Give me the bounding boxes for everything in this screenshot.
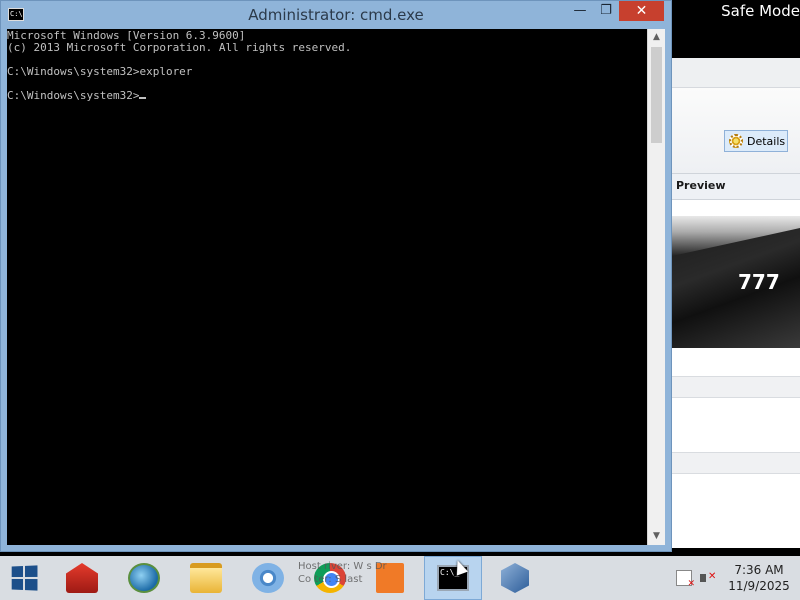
taskbar-virtualbox[interactable] xyxy=(486,556,544,600)
chromium-icon xyxy=(252,563,284,593)
speaker-muted-icon[interactable] xyxy=(700,570,716,586)
globe-icon xyxy=(128,563,160,593)
console-prompt: C:\Windows\system32> xyxy=(7,89,140,102)
virtualbox-icon xyxy=(501,563,529,593)
taskbar-app-red[interactable] xyxy=(58,556,106,600)
scroll-down-arrow-icon[interactable]: ▼ xyxy=(648,528,665,545)
preview-image: 777 xyxy=(672,216,800,348)
restore-button[interactable]: ❐ xyxy=(593,1,619,21)
details-button[interactable]: Details xyxy=(724,130,788,152)
background-window: Details Preview 777 xyxy=(672,58,800,548)
console-line: C:\Windows\system32>explorer xyxy=(7,65,193,78)
cmd-window: C:\ Administrator: cmd.exe — ❐ ✕ Microso… xyxy=(0,0,672,552)
text-cursor xyxy=(139,97,147,99)
gear-icon xyxy=(729,134,743,148)
taskbar-file-explorer[interactable] xyxy=(182,556,230,600)
system-tray: 7:36 AM 11/9/2025 xyxy=(676,556,800,600)
ghost-tooltip-text: Host river: W s Dr Co ter: S last xyxy=(298,561,387,585)
start-button[interactable] xyxy=(0,556,48,600)
title-bar[interactable]: C:\ Administrator: cmd.exe — ❐ ✕ xyxy=(1,1,671,29)
details-button-label: Details xyxy=(747,134,786,148)
clock-date: 11/9/2025 xyxy=(728,579,790,593)
taskbar-chromium[interactable] xyxy=(244,556,292,600)
preview-header: Preview xyxy=(672,174,800,200)
preview-number: 777 xyxy=(738,270,780,294)
red-app-icon xyxy=(66,563,98,593)
console-line: (c) 2013 Microsoft Corporation. All righ… xyxy=(7,41,352,54)
taskbar-app-globe[interactable] xyxy=(120,556,168,600)
scroll-thumb[interactable] xyxy=(651,47,662,143)
scroll-up-arrow-icon[interactable]: ▲ xyxy=(648,29,665,46)
close-button[interactable]: ✕ xyxy=(619,1,664,21)
clock-time: 7:36 AM xyxy=(734,563,784,577)
minimize-button[interactable]: — xyxy=(567,1,593,21)
clock[interactable]: 7:36 AM 11/9/2025 xyxy=(724,562,794,594)
folder-icon xyxy=(190,563,222,593)
vertical-scrollbar[interactable]: ▲ ▼ xyxy=(647,29,665,545)
windows-logo-icon xyxy=(11,565,38,591)
action-center-icon[interactable] xyxy=(676,570,695,589)
console-area[interactable]: Microsoft Windows [Version 6.3.9600] (c)… xyxy=(7,29,647,545)
safe-mode-label: Safe Mode xyxy=(721,2,800,20)
console-prompt-line: C:\Windows\system32> xyxy=(7,89,147,102)
